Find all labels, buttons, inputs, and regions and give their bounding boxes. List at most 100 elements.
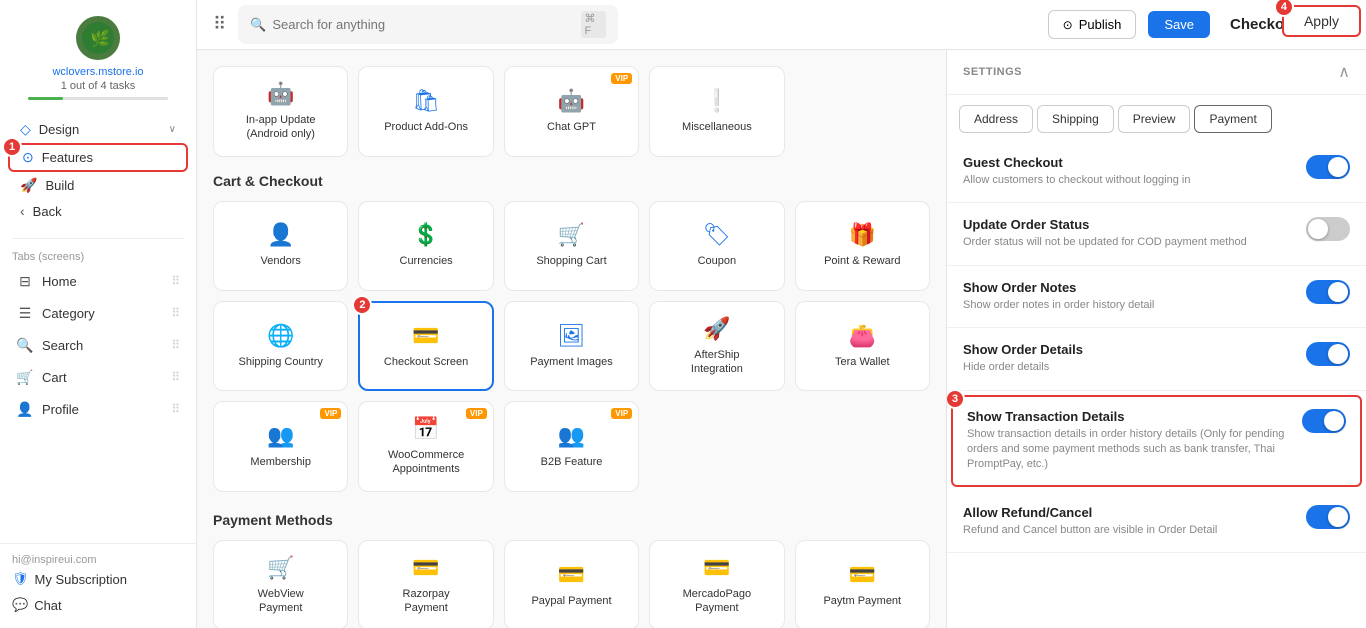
setting-allow-refund: Allow Refund/Cancel Refund and Cancel bu…	[947, 491, 1366, 553]
sidebar-item-design[interactable]: ◇ Design ∨	[8, 117, 188, 142]
cart-nav-icon: 🛒	[16, 368, 34, 386]
feature-card-razorpay[interactable]: 💳 RazorpayPayment	[358, 540, 493, 628]
toggle-show-order-notes[interactable]	[1306, 280, 1350, 304]
feature-card-paymentimages[interactable]: 🖼 Payment Images	[504, 301, 639, 392]
currencies-label: Currencies	[400, 254, 453, 268]
publish-icon: ⊙	[1063, 18, 1073, 32]
feature-card-vendors[interactable]: 👤 Vendors	[213, 201, 348, 291]
grid-icon[interactable]: ⠿	[213, 14, 226, 35]
tab-shipping[interactable]: Shipping	[1037, 105, 1114, 133]
footer-chat[interactable]: 💬 Chat	[12, 592, 184, 618]
cart-drag[interactable]: ⠿	[171, 370, 180, 384]
feature-card-checkoutscreen[interactable]: 2 💳 Checkout Screen	[358, 301, 493, 392]
shoppingcart-label: Shopping Cart	[536, 254, 606, 268]
toggle-update-order-status-knob	[1308, 219, 1328, 239]
feature-card-inapp[interactable]: 🤖 In-app Update(Android only)	[213, 66, 348, 157]
feature-card-shippingcountry[interactable]: 🌐 Shipping Country	[213, 301, 348, 392]
setting-guest-checkout-name: Guest Checkout	[963, 155, 1294, 170]
setting-guest-checkout-text: Guest Checkout Allow customers to checko…	[963, 155, 1294, 188]
category-drag[interactable]: ⠿	[171, 306, 180, 320]
toggle-allow-refund[interactable]	[1306, 505, 1350, 529]
setting-guest-checkout-desc: Allow customers to checkout without logg…	[963, 173, 1294, 188]
chatgpt-vip: VIP	[611, 73, 632, 84]
home-icon: ⊟	[16, 272, 34, 290]
home-drag[interactable]: ⠿	[171, 274, 180, 288]
setting-show-order-details-text: Show Order Details Hide order details	[963, 342, 1294, 375]
sidebar-item-features[interactable]: 1 ⊙ Features	[8, 143, 188, 172]
feature-card-wooappointments[interactable]: VIP 📅 WooCommerceAppointments	[358, 401, 493, 492]
feature-card-currencies[interactable]: 💲 Currencies	[358, 201, 493, 291]
footer-subscription[interactable]: 🛡 My Subscription	[12, 566, 184, 592]
settings-collapse-icon[interactable]: ∧	[1338, 62, 1350, 82]
wooappointments-vip: VIP	[466, 408, 487, 419]
toggle-show-transaction-details[interactable]	[1302, 409, 1346, 433]
feature-card-membership[interactable]: VIP 👥 Membership	[213, 401, 348, 492]
paypal-icon: 💳	[558, 562, 585, 588]
nav-item-cart[interactable]: 🛒 Cart ⠿	[4, 362, 192, 392]
publish-button[interactable]: ⊙ Publish	[1048, 10, 1137, 39]
feature-card-misc[interactable]: ❕ Miscellaneous	[649, 66, 784, 157]
tab-payment[interactable]: Payment	[1194, 105, 1271, 133]
feature-card-aftership[interactable]: 🚀 AfterShipIntegration	[649, 301, 784, 392]
save-button[interactable]: Save	[1148, 11, 1210, 38]
feature-card-webview[interactable]: 🛒 WebViewPayment	[213, 540, 348, 628]
build-icon: 🚀	[20, 177, 37, 194]
feature-card-coupon[interactable]: 🏷 Coupon	[649, 201, 784, 291]
settings-title: SETTINGS	[963, 66, 1022, 78]
feature-card-chatgpt[interactable]: VIP 🤖 Chat GPT	[504, 66, 639, 157]
toggle-show-order-details[interactable]	[1306, 342, 1350, 366]
back-icon: ‹	[20, 203, 25, 219]
feature-card-mercadopago[interactable]: 💳 MercadoPagoPayment	[649, 540, 784, 628]
profile-nav-icon: 👤	[16, 400, 34, 418]
sidebar-item-back[interactable]: ‹ Back	[8, 199, 188, 223]
feature-card-productaddons[interactable]: 🛍 Product Add-Ons	[358, 66, 493, 157]
nav-item-category[interactable]: ☰ Category ⠿	[4, 298, 192, 328]
tabs-section-label: Tabs (screens)	[0, 245, 196, 265]
membership-icon: 👥	[267, 423, 294, 449]
subscription-label: My Subscription	[35, 572, 127, 587]
productaddons-icon: 🛍	[412, 88, 440, 114]
toggle-guest-checkout[interactable]	[1306, 155, 1350, 179]
feature-card-paytm[interactable]: 💳 Paytm Payment	[795, 540, 930, 628]
profile-drag[interactable]: ⠿	[171, 402, 180, 416]
top-cards-grid: 🤖 In-app Update(Android only) 🛍 Product …	[213, 66, 930, 157]
svg-text:🌿: 🌿	[90, 29, 110, 48]
nav-item-search[interactable]: 🔍 Search ⠿	[4, 330, 192, 360]
feature-card-terawallet[interactable]: 👛 Tera Wallet	[795, 301, 930, 392]
feature-card-paypal[interactable]: 💳 Paypal Payment	[504, 540, 639, 628]
home-label: Home	[42, 274, 163, 289]
settings-header: SETTINGS ∧	[947, 50, 1366, 95]
sidebar-footer: hi@inspireui.com 🛡 My Subscription 💬 Cha…	[0, 543, 196, 628]
feature-card-pointreward[interactable]: 🎁 Point & Reward	[795, 201, 930, 291]
tab-preview[interactable]: Preview	[1118, 105, 1191, 133]
toggle-show-order-notes-knob	[1328, 282, 1348, 302]
apply-button[interactable]: Apply	[1282, 5, 1361, 37]
search-bar[interactable]: 🔍 ⌘ F	[238, 5, 618, 44]
tab-address[interactable]: Address	[959, 105, 1033, 133]
badge-two: 2	[352, 295, 372, 315]
cart-checkout-title: Cart & Checkout	[213, 173, 930, 189]
design-icon: ◇	[20, 121, 31, 138]
nav-item-home[interactable]: ⊟ Home ⠿	[4, 266, 192, 296]
paymentimages-label: Payment Images	[530, 355, 613, 369]
username[interactable]: wclovers.mstore.io	[52, 66, 143, 78]
chat-footer-icon: 💬	[12, 597, 28, 613]
task-progress-bar	[28, 97, 168, 100]
paymentimages-icon: 🖼	[558, 323, 586, 349]
feature-card-b2b[interactable]: VIP 👥 B2B Feature	[504, 401, 639, 492]
nav-item-profile[interactable]: 👤 Profile ⠿	[4, 394, 192, 424]
productaddons-label: Product Add-Ons	[384, 120, 468, 134]
checkoutscreen-icon: 💳	[412, 323, 439, 349]
topbar: ⠿ 🔍 ⌘ F ⊙ Publish Save Checkout Config	[197, 0, 1366, 50]
toggle-update-order-status[interactable]	[1306, 217, 1350, 241]
coupon-icon: 🏷	[703, 222, 731, 248]
feature-card-shoppingcart[interactable]: 🛒 Shopping Cart	[504, 201, 639, 291]
badge-three: 3	[947, 389, 965, 409]
search-input[interactable]	[272, 17, 574, 32]
footer-email: hi@inspireui.com	[12, 554, 184, 566]
setting-show-transaction-details-text: Show Transaction Details Show transactio…	[967, 409, 1290, 473]
sidebar-item-build[interactable]: 🚀 Build	[8, 173, 188, 198]
apply-area: 4 Apply	[1282, 5, 1361, 37]
avatar[interactable]: 🌿	[76, 16, 120, 60]
search-drag[interactable]: ⠿	[171, 338, 180, 352]
